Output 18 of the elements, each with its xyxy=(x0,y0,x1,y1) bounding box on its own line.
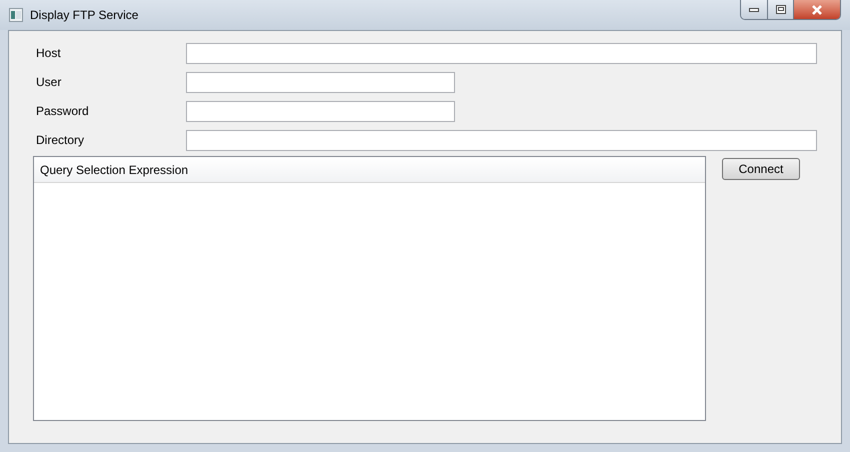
field-label: Password xyxy=(35,103,90,120)
field-label: User xyxy=(35,74,62,91)
close-icon xyxy=(811,4,823,14)
maximize-icon xyxy=(776,5,786,14)
input-field[interactable] xyxy=(186,42,817,64)
input-field[interactable] xyxy=(186,72,455,92)
input-field[interactable] xyxy=(186,130,817,150)
minimize-button[interactable] xyxy=(741,0,768,19)
close-button[interactable] xyxy=(794,0,840,19)
input-field[interactable] xyxy=(186,100,455,122)
field-label: Directory xyxy=(35,132,86,149)
app-icon xyxy=(9,8,23,22)
field-label: Host xyxy=(35,45,62,62)
maximize-button[interactable] xyxy=(768,0,794,19)
column-header[interactable]: Query Selection Expression xyxy=(34,157,705,182)
window-title: Display FTP Service xyxy=(30,7,138,24)
connect-button[interactable]: Connect xyxy=(722,158,800,180)
minimize-icon xyxy=(749,8,759,12)
